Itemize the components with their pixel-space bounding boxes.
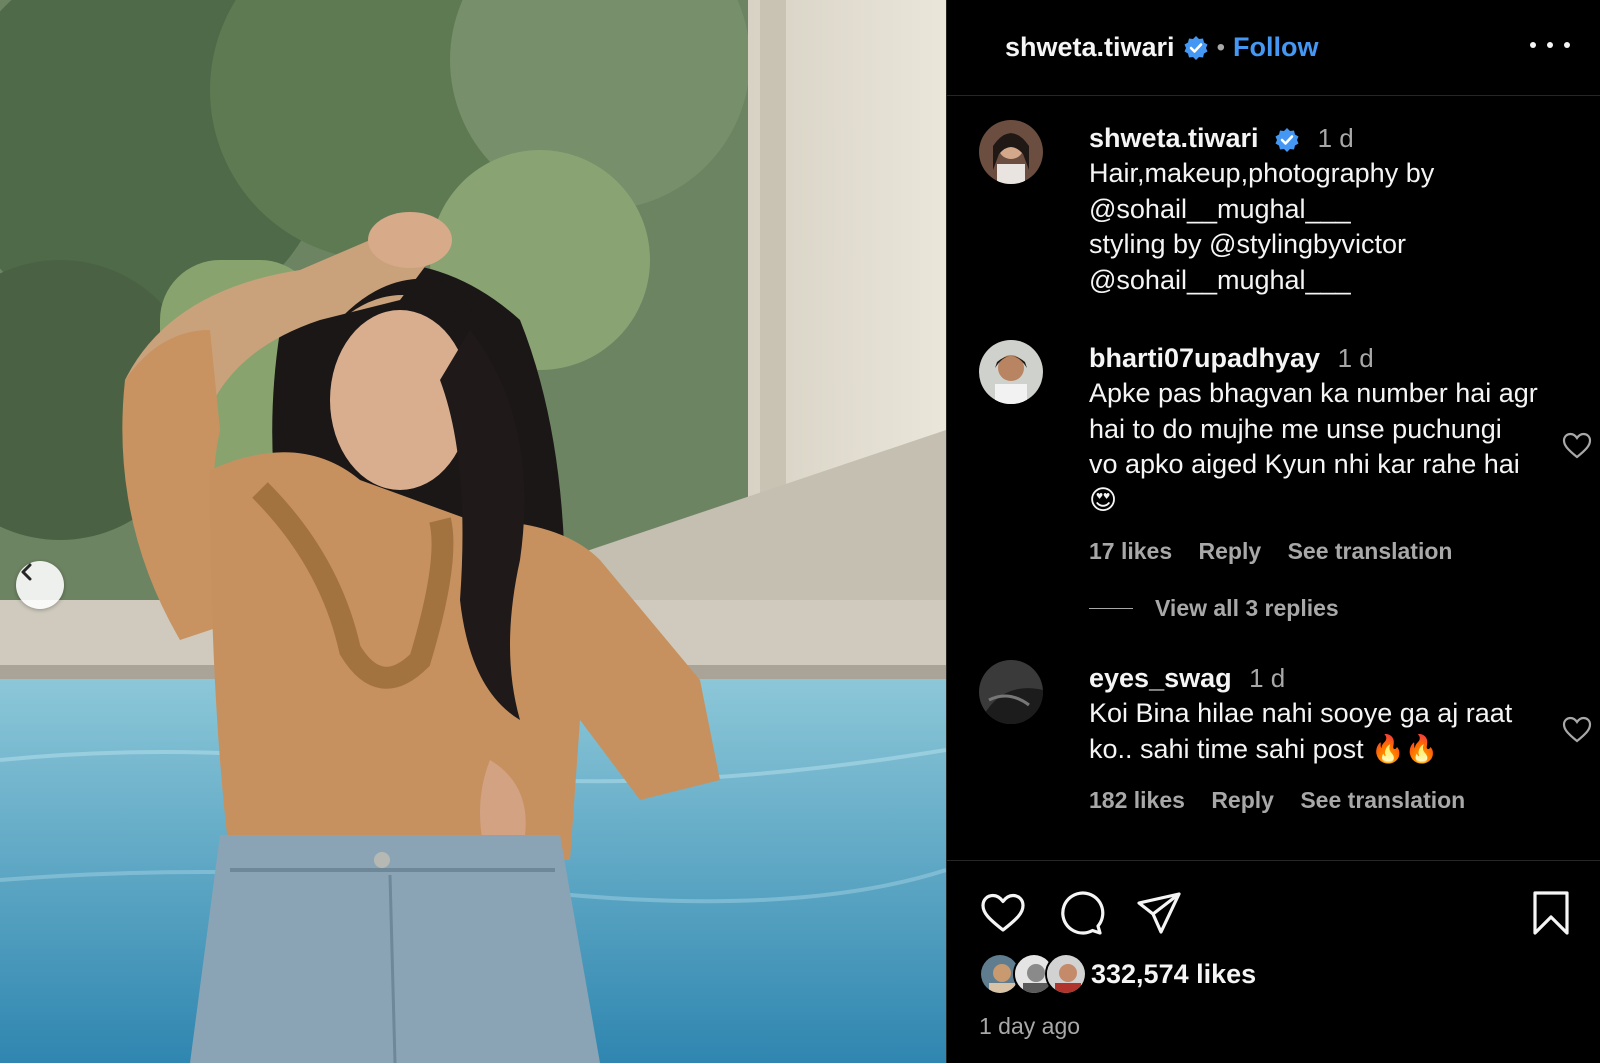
follow-button[interactable]: Follow xyxy=(1233,32,1318,63)
caption-username[interactable]: shweta.tiwari xyxy=(1089,123,1259,153)
photo-illustration xyxy=(0,0,946,1063)
likes-count[interactable]: 332,574 likes xyxy=(1091,959,1256,990)
reply-button[interactable]: Reply xyxy=(1211,787,1274,813)
comment-text: Koi Bina hilae nahi sooye ga aj raat ko.… xyxy=(1089,698,1513,764)
see-translation-button[interactable]: See translation xyxy=(1288,538,1453,564)
post-header: shweta.tiwari • Follow xyxy=(947,0,1600,96)
view-replies-label: View all 3 replies xyxy=(1155,595,1339,621)
separator-dot: • xyxy=(1216,33,1225,61)
caption-time: 1 d xyxy=(1317,123,1354,153)
action-bar xyxy=(979,889,1575,937)
comment-body: bharti07upadhyay 1 d Apke pas bhagvan ka… xyxy=(1089,340,1559,565)
comment-username[interactable]: bharti07upadhyay xyxy=(1089,343,1320,373)
post-footer: 332,574 likes 1 day ago xyxy=(947,860,1600,1063)
comment-time: 1 d xyxy=(1249,663,1286,693)
reply-button[interactable]: Reply xyxy=(1199,538,1262,564)
comments-list[interactable]: shweta.tiwari 1 d Hair,makeup,photograph… xyxy=(947,96,1600,860)
liker-avatars xyxy=(979,953,1087,995)
comment-icon[interactable] xyxy=(1057,889,1105,937)
replies-divider xyxy=(1089,608,1133,609)
avatar xyxy=(1045,953,1087,995)
comment-meta: 17 likes Reply See translation xyxy=(1089,538,1559,565)
post-time-ago: 1 day ago xyxy=(979,1013,1081,1039)
comment-body: eyes_swag 1 d Koi Bina hilae nahi sooye … xyxy=(1089,660,1559,814)
comment-username[interactable]: eyes_swag xyxy=(1089,663,1232,693)
comment-likes[interactable]: 182 likes xyxy=(1089,787,1185,813)
bookmark-icon[interactable] xyxy=(1527,889,1575,937)
verified-badge-icon xyxy=(1183,35,1209,61)
carousel-prev-button[interactable] xyxy=(16,561,64,609)
likes-summary[interactable]: 332,574 likes xyxy=(979,953,1256,995)
heart-icon[interactable] xyxy=(979,889,1027,937)
share-icon[interactable] xyxy=(1135,889,1183,937)
verified-badge-icon xyxy=(1274,127,1300,153)
post-viewer: shweta.tiwari • Follow shweta.tiwari 1 d… xyxy=(0,0,1600,1063)
caption-body: shweta.tiwari 1 d Hair,makeup,photograph… xyxy=(1089,120,1559,298)
avatar[interactable] xyxy=(979,660,1043,724)
post-photo[interactable] xyxy=(0,0,946,1063)
caption-text: Hair,makeup,photography by @sohail__mugh… xyxy=(1089,158,1435,295)
comment-likes[interactable]: 17 likes xyxy=(1089,538,1172,564)
view-replies-button[interactable]: View all 3 replies xyxy=(1089,595,1339,622)
comment-text: Apke pas bhagvan ka number hai agr hai t… xyxy=(1089,378,1538,515)
comment-meta: 182 likes Reply See translation xyxy=(1089,787,1559,814)
chevron-left-icon xyxy=(21,563,32,581)
see-translation-button[interactable]: See translation xyxy=(1300,787,1465,813)
comment-like-heart-icon[interactable] xyxy=(1561,714,1593,746)
post-side-panel: shweta.tiwari • Follow shweta.tiwari 1 d… xyxy=(946,0,1600,1063)
header-username[interactable]: shweta.tiwari xyxy=(1005,32,1175,63)
comment-time: 1 d xyxy=(1337,343,1374,373)
avatar[interactable] xyxy=(979,340,1043,404)
comment-like-heart-icon[interactable] xyxy=(1561,430,1593,462)
avatar[interactable] xyxy=(979,120,1043,184)
more-options-icon[interactable] xyxy=(1530,30,1570,60)
